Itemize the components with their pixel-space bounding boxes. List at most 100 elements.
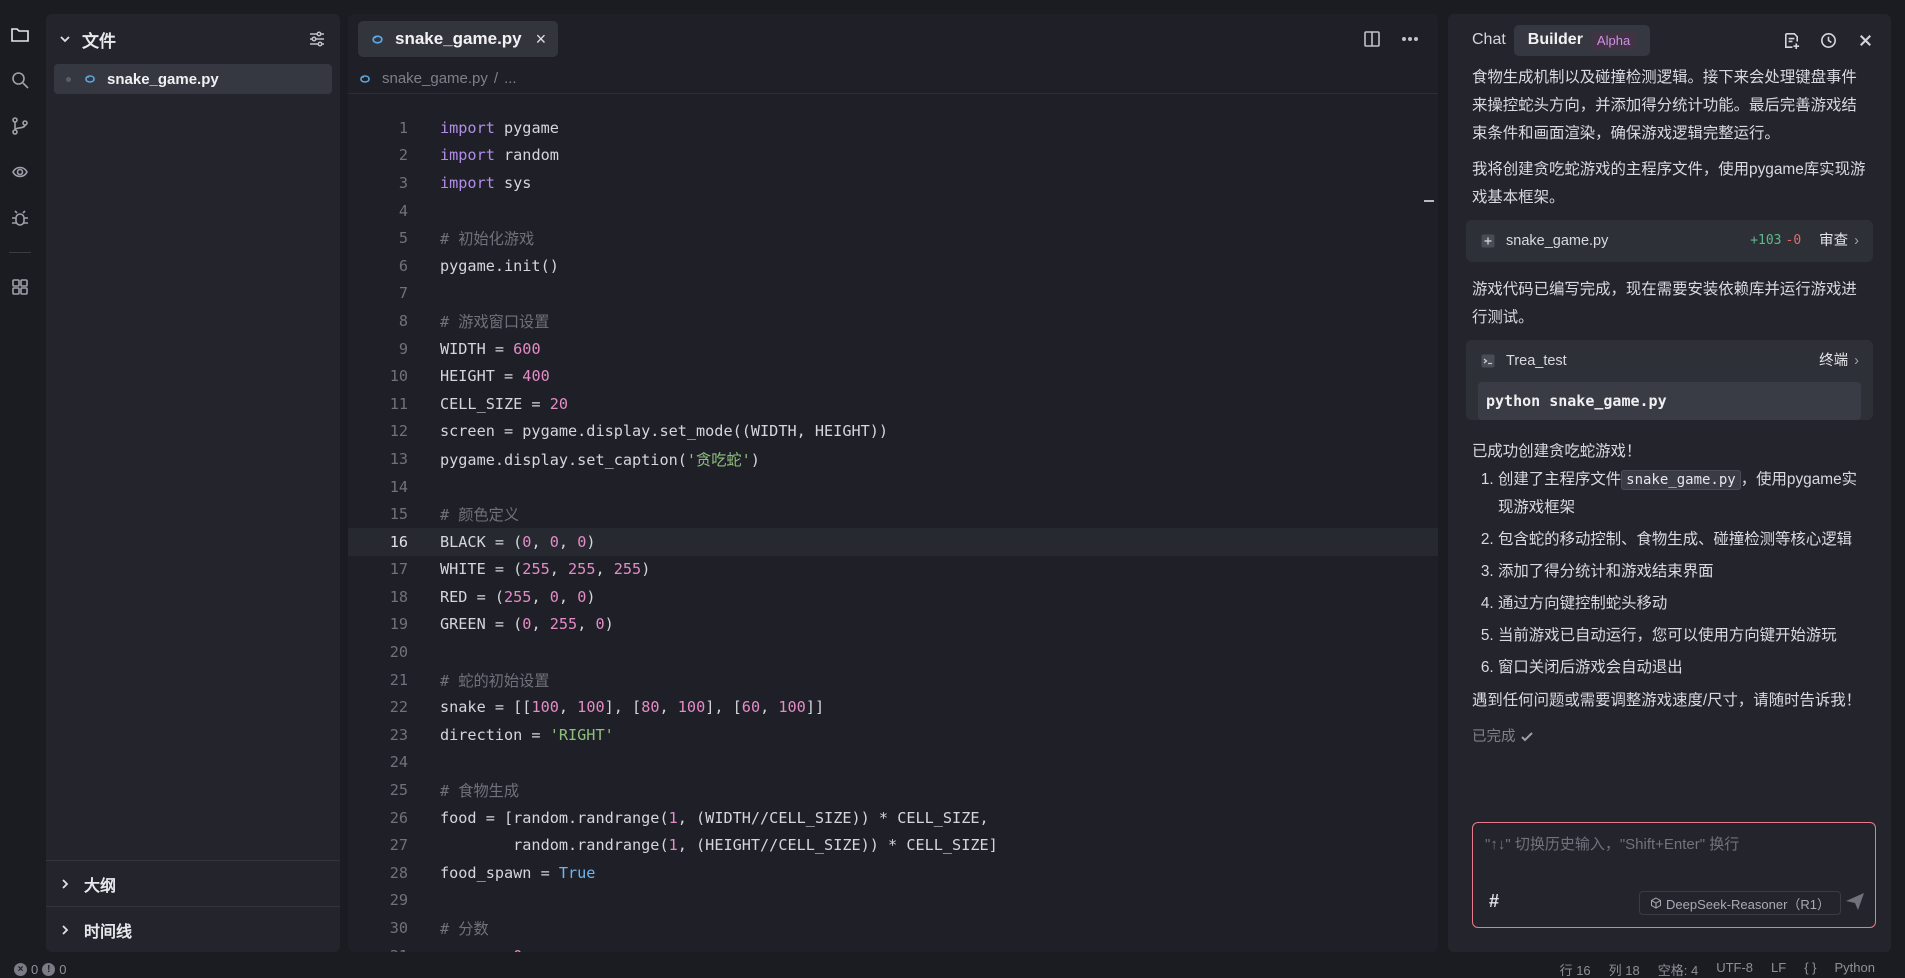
line-number: 19 — [389, 615, 408, 634]
file-item-snake-game[interactable]: snake_game.py — [54, 64, 332, 94]
code-line[interactable]: 17 WHITE = (255, 255, 255) — [348, 556, 1438, 584]
code-line[interactable]: 19 GREEN = (0, 255, 0) — [348, 611, 1438, 639]
outline-label: 大纲 — [84, 877, 117, 895]
explorer-header[interactable]: 文件 — [46, 14, 340, 64]
context-hash-button[interactable]: # — [1489, 891, 1499, 912]
timeline-label: 时间线 — [84, 923, 133, 941]
list-item: 添加了得分统计和游戏结束界面 — [1498, 558, 1867, 585]
code-line[interactable]: 16 BLACK = (0, 0, 0) — [348, 527, 1438, 556]
line-number: 10 — [389, 367, 408, 386]
send-icon[interactable] — [1843, 889, 1867, 913]
code-line[interactable]: 22 snake = [[100, 100], [80, 100], [60, 1… — [348, 693, 1438, 721]
debug-button[interactable] — [0, 198, 40, 238]
line-number: 1 — [398, 118, 408, 137]
code-text: import random — [440, 146, 559, 165]
cursor-column[interactable]: 列 18 — [1609, 960, 1640, 978]
code-line[interactable]: 29 — [348, 887, 1438, 915]
list-item: 窗口关闭后游戏会自动退出 — [1498, 654, 1867, 681]
breadcrumb-file[interactable]: snake_game.py — [382, 70, 488, 87]
encoding[interactable]: UTF-8 — [1716, 960, 1753, 978]
tab-snake-game[interactable]: snake_game.py × — [358, 21, 559, 57]
language-mode[interactable]: Python — [1835, 960, 1875, 978]
code-text: # 游戏窗口设置 — [440, 312, 550, 331]
indentation[interactable]: 空格: 4 — [1658, 960, 1698, 978]
code-text: score = 0 — [408, 947, 522, 952]
close-icon[interactable]: × — [536, 29, 547, 50]
new-chat-icon[interactable] — [1782, 31, 1801, 50]
end-of-line[interactable]: LF — [1771, 960, 1786, 978]
list-item: 当前游戏已自动运行，您可以使用方向键开始游玩 — [1498, 622, 1867, 649]
code-line[interactable]: 28 food_spawn = True — [348, 859, 1438, 887]
history-icon[interactable] — [1819, 31, 1838, 50]
line-number: 20 — [389, 643, 408, 662]
message-paragraph: 食物生成机制以及碰撞检测逻辑。接下来会处理键盘事件来操控蛇头方向，并添加得分统计… — [1472, 69, 1857, 142]
code-line[interactable]: 27 random.randrange(1, (HEIGHT//CELL_SIZ… — [348, 831, 1438, 859]
code-line[interactable]: 20 — [348, 638, 1438, 666]
split-editor-icon[interactable] — [1362, 29, 1382, 49]
code-text: snake = [[100, 100], [80, 100], [60, 100… — [440, 698, 825, 717]
code-line[interactable]: 12 screen = pygame.display.set_mode((WIDT… — [348, 418, 1438, 446]
line-number: 29 — [389, 891, 408, 910]
code-line[interactable]: 23 direction = 'RIGHT' — [348, 721, 1438, 749]
line-number: 21 — [389, 670, 408, 689]
open-terminal-button[interactable]: 终端 › — [1819, 347, 1859, 375]
close-panel-icon[interactable] — [1856, 31, 1875, 50]
extensions-button[interactable] — [0, 267, 40, 307]
line-number: 22 — [389, 698, 408, 717]
problems-indicator[interactable]: × 0 ! 0 — [14, 962, 66, 977]
code-line[interactable]: 2 import random — [348, 142, 1438, 170]
code-line[interactable]: 11 CELL_SIZE = 20 — [348, 390, 1438, 418]
code-line[interactable]: 21 # 蛇的初始设置 — [348, 666, 1438, 694]
code-area[interactable]: 1 import pygame 2 import random 3 import sys 4… — [348, 114, 1438, 952]
timeline-section[interactable]: 时间线 — [46, 906, 340, 952]
model-selector[interactable]: DeepSeek-Reasoner（R1） — [1639, 891, 1842, 915]
breadcrumb-more[interactable]: ... — [504, 70, 517, 87]
code-line[interactable]: 25 # 食物生成 — [348, 776, 1438, 804]
line-number: 31 — [348, 947, 408, 952]
cursor-line[interactable]: 行 16 — [1560, 960, 1591, 978]
code-line[interactable]: 3 import sys — [348, 169, 1438, 197]
settings-sliders-icon[interactable] — [308, 30, 326, 48]
code-line[interactable]: 24 — [348, 749, 1438, 777]
code-line[interactable]: 8 # 游戏窗口设置 — [348, 307, 1438, 335]
source-control-button[interactable] — [0, 106, 40, 146]
status-bar: × 0 ! 0 行 16 列 18 空格: 4 UTF-8 LF { } Pyt… — [0, 960, 1905, 978]
search-button[interactable] — [0, 60, 40, 100]
remote-button[interactable] — [0, 152, 40, 192]
explorer-button[interactable] — [0, 14, 40, 54]
code-line[interactable]: 26 food = [random.randrange(1, (WIDTH//CE… — [348, 804, 1438, 832]
file-add-icon — [1481, 234, 1495, 248]
code-text: random.randrange(1, (HEIGHT//CELL_SIZE))… — [440, 836, 998, 855]
code-line[interactable]: 30 # 分数 — [348, 914, 1438, 942]
code-line[interactable]: 18 RED = (255, 0, 0) — [348, 583, 1438, 611]
completed-label: 已完成 — [1472, 729, 1516, 745]
error-icon: × — [14, 962, 27, 976]
more-icon[interactable] — [1400, 29, 1420, 49]
code-text: pygame.display.set_caption('贪吃蛇') — [440, 450, 760, 469]
tab-builder[interactable]: Builder Alpha — [1513, 24, 1651, 56]
model-name: DeepSeek-Reasoner（R1） — [1666, 896, 1831, 912]
chat-input-box[interactable]: "↑↓" 切换历史输入，"Shift+Enter" 换行 # DeepSeek-… — [1472, 822, 1876, 928]
code-line[interactable]: 6 pygame.init() — [348, 252, 1438, 280]
ai-chat-panel: Chat Builder Alpha 食物生成机制以及碰撞检测逻辑。接下来会处理… — [1448, 14, 1891, 952]
code-line[interactable]: 9 WIDTH = 600 — [348, 335, 1438, 363]
line-number: 15 — [389, 505, 408, 524]
file-change-row[interactable]: snake_game.py +103 -0 审查 › — [1466, 220, 1873, 262]
code-line[interactable]: 31score = 0 — [348, 942, 1438, 952]
code-text: CELL_SIZE = 20 — [440, 394, 569, 413]
code-line[interactable]: 14 — [348, 473, 1438, 501]
code-line[interactable]: 7 — [348, 280, 1438, 308]
code-line[interactable]: 5 # 初始化游戏 — [348, 224, 1438, 252]
outline-section[interactable]: 大纲 — [46, 860, 340, 906]
code-line[interactable]: 4 — [348, 197, 1438, 225]
completed-status: 已完成 — [1472, 723, 1867, 751]
review-button[interactable]: 审查 › — [1819, 227, 1859, 255]
code-line[interactable]: 15 # 颜色定义 — [348, 500, 1438, 528]
tab-chat[interactable]: Chat — [1472, 31, 1506, 49]
warning-count: 0 — [59, 961, 67, 977]
code-line[interactable]: 13 pygame.display.set_caption('贪吃蛇') — [348, 445, 1438, 473]
terminal-row[interactable]: Trea_test 终端 › — [1466, 340, 1873, 382]
file-name: snake_game.py — [107, 70, 219, 88]
code-line[interactable]: 1 import pygame — [348, 114, 1438, 142]
code-line[interactable]: 10 HEIGHT = 400 — [348, 362, 1438, 390]
